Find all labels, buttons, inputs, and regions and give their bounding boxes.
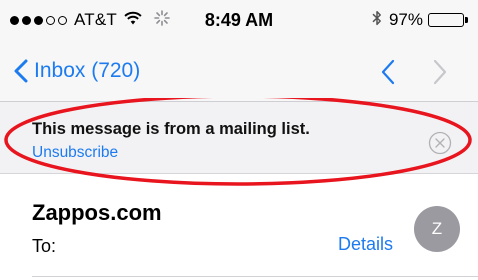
unsubscribe-link[interactable]: Unsubscribe bbox=[32, 144, 118, 162]
status-bar-right: 97% bbox=[372, 9, 468, 31]
navigation-bar: Inbox (720) bbox=[0, 40, 478, 102]
back-button-label: Inbox (720) bbox=[34, 59, 141, 82]
bluetooth-icon bbox=[372, 10, 382, 31]
avatar[interactable]: Z bbox=[414, 206, 460, 252]
sender-name: Zappos.com bbox=[32, 200, 162, 225]
recipient-label: To: bbox=[32, 236, 57, 256]
next-message-button[interactable] bbox=[432, 59, 448, 90]
back-to-inbox-button[interactable]: Inbox (720) bbox=[14, 56, 140, 86]
battery-percentage: 97% bbox=[388, 10, 423, 29]
chevron-left-icon bbox=[14, 59, 28, 83]
chevron-down-icon bbox=[432, 59, 448, 89]
previous-message-button[interactable] bbox=[380, 59, 396, 90]
close-circle-icon[interactable] bbox=[428, 131, 452, 160]
status-bar: AT&T 8:49 AM 97% bbox=[0, 0, 478, 40]
battery-icon bbox=[428, 13, 468, 27]
details-link[interactable]: Details bbox=[338, 234, 393, 255]
header-divider bbox=[32, 276, 478, 277]
mailing-list-banner: This message is from a mailing list. Uns… bbox=[0, 102, 478, 174]
chevron-up-icon bbox=[380, 59, 396, 89]
mailing-list-message: This message is from a mailing list. bbox=[32, 120, 310, 138]
